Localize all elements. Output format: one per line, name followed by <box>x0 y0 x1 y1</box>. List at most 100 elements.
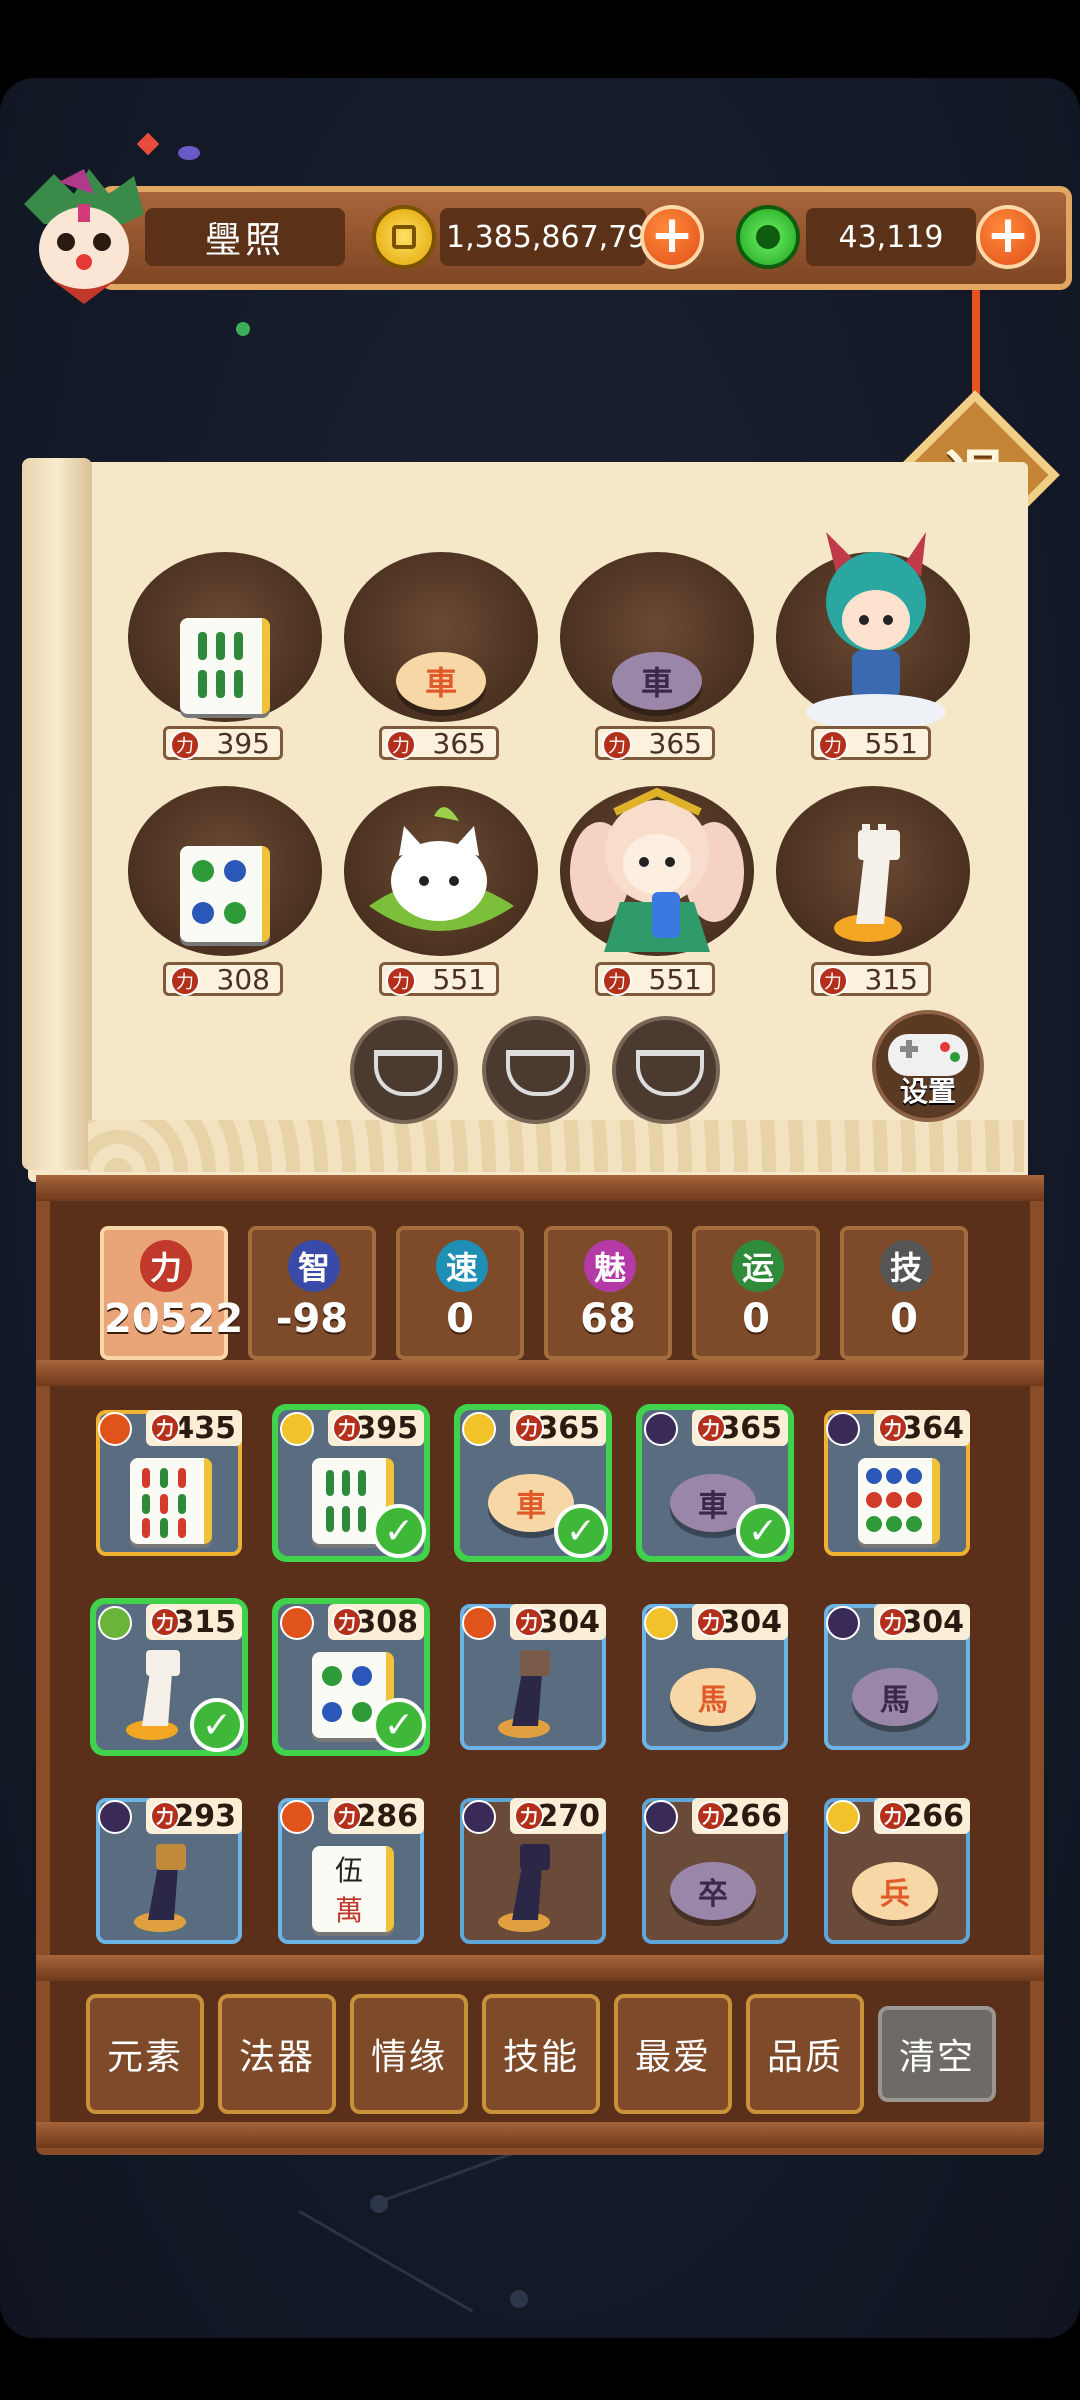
mahjong-nine-dots-piece <box>858 1458 940 1544</box>
slot-power-7: 力 551 <box>595 962 715 996</box>
power-icon: 力 <box>514 1413 544 1443</box>
piece-card-selected[interactable]: 力 308 ✓ <box>272 1598 430 1756</box>
dark-element-icon <box>644 1412 678 1446</box>
piece-card[interactable]: 力 364 <box>818 1404 976 1562</box>
luck-stat-icon: 运 <box>732 1240 784 1292</box>
empty-slot-bowl-icon[interactable] <box>350 1016 458 1124</box>
add-jade-button[interactable]: + <box>976 205 1040 269</box>
empty-slot-bowl-icon[interactable] <box>482 1016 590 1124</box>
dark-element-icon <box>826 1412 860 1446</box>
power-icon: 力 <box>170 966 200 996</box>
settings-button[interactable]: 设置 <box>872 1010 984 1122</box>
power-icon: 力 <box>514 1607 544 1637</box>
gold-coin-icon <box>372 205 436 269</box>
team-slot-2[interactable]: 車 <box>344 552 538 722</box>
player-name: 璺照 <box>145 208 345 266</box>
shelf-bottom <box>36 2122 1044 2148</box>
piece-card[interactable]: 力 266 兵 <box>818 1792 976 1950</box>
piece-card[interactable]: 力 304 馬 <box>636 1598 794 1756</box>
sun-element-icon <box>644 1606 678 1640</box>
piece-card[interactable]: 力 286 伍萬 <box>272 1792 430 1950</box>
power-icon: 力 <box>332 1607 362 1637</box>
filter-element-button[interactable]: 元素 <box>86 1994 204 2114</box>
power-icon: 力 <box>514 1801 544 1831</box>
selected-check-icon: ✓ <box>372 1504 426 1558</box>
mahjong-nine-bamboo-piece <box>130 1458 212 1544</box>
power-icon: 力 <box>150 1607 180 1637</box>
team-slot-4[interactable] <box>776 532 970 730</box>
jade-amount: 43,119 <box>806 208 976 266</box>
speed-stat-icon: 速 <box>436 1240 488 1292</box>
empty-slot-bowl-icon[interactable] <box>612 1016 720 1124</box>
leaf-element-icon <box>98 1606 132 1640</box>
power-icon: 力 <box>696 1413 726 1443</box>
clear-button[interactable]: 清空 <box>878 2006 996 2102</box>
stat-speed[interactable]: 速 0 <box>396 1226 524 1360</box>
chess-dark-rook-piece <box>498 1844 550 1932</box>
power-icon: 力 <box>170 730 200 760</box>
shelf-divider <box>36 1955 1044 1981</box>
piece-card[interactable]: 力 304 <box>454 1598 612 1756</box>
piece-card[interactable]: 力 266 卒 <box>636 1792 794 1950</box>
team-slot-5[interactable] <box>128 786 322 956</box>
piece-card-selected[interactable]: 力 395 ✓ <box>272 1404 430 1562</box>
slot-power-1: 力 395 <box>163 726 283 760</box>
skill-stat-icon: 技 <box>880 1240 932 1292</box>
scroll-border <box>88 1120 1024 1172</box>
power-icon: 力 <box>696 1607 726 1637</box>
mahjong-wu-wan-piece: 伍萬 <box>312 1846 394 1932</box>
stat-skill[interactable]: 技 0 <box>840 1226 968 1360</box>
power-icon: 力 <box>150 1801 180 1831</box>
team-slot-7[interactable] <box>560 786 754 956</box>
power-icon: 力 <box>386 730 416 760</box>
filter-quality-button[interactable]: 品质 <box>746 1994 864 2114</box>
stat-power[interactable]: 力 20522 <box>100 1226 243 1360</box>
stat-charm[interactable]: 魅 68 <box>544 1226 672 1360</box>
constellation-star <box>370 2195 388 2213</box>
chess-ma-purple-piece: 馬 <box>852 1668 938 1726</box>
selected-check-icon: ✓ <box>372 1698 426 1752</box>
player-avatar[interactable] <box>14 164 154 304</box>
piece-card[interactable]: 力 435 <box>90 1404 248 1562</box>
filter-bond-button[interactable]: 情缘 <box>350 1994 468 2114</box>
stat-luck[interactable]: 运 0 <box>692 1226 820 1360</box>
chess-dark-rook-piece <box>134 1844 186 1932</box>
slot-power-5: 力 308 <box>163 962 283 996</box>
stat-intelligence[interactable]: 智 -98 <box>248 1226 376 1360</box>
chess-ma-orange-piece: 馬 <box>670 1668 756 1726</box>
mahjong-four-dots-piece <box>180 846 270 942</box>
shelf-divider <box>36 1360 1044 1386</box>
dark-element-icon <box>826 1606 860 1640</box>
add-gold-button[interactable]: + <box>640 205 704 269</box>
leaf-cat-character <box>369 807 514 931</box>
power-icon: 力 <box>878 1801 908 1831</box>
piece-card[interactable]: 力 270 <box>454 1792 612 1950</box>
fire-element-icon <box>280 1800 314 1834</box>
filter-artifact-button[interactable]: 法器 <box>218 1994 336 2114</box>
chess-che-orange-piece: 車 <box>396 652 486 710</box>
slot-power-6: 力 551 <box>379 962 499 996</box>
piece-card[interactable]: 力 304 馬 <box>818 1598 976 1756</box>
piece-card-selected[interactable]: 力 365 車 ✓ <box>454 1404 612 1562</box>
team-slot-3[interactable]: 車 <box>560 552 754 722</box>
piece-card-selected[interactable]: 力 315 ✓ <box>90 1598 248 1756</box>
jade-icon <box>736 205 800 269</box>
team-slot-1[interactable] <box>128 552 322 722</box>
gold-amount: 1,385,867,790 <box>440 208 665 266</box>
filter-favorite-button[interactable]: 最爱 <box>614 1994 732 2114</box>
power-icon: 力 <box>818 730 848 760</box>
power-icon: 力 <box>150 1413 180 1443</box>
dark-element-icon <box>462 1800 496 1834</box>
power-icon: 力 <box>602 966 632 996</box>
team-slot-8[interactable] <box>776 786 970 956</box>
selected-check-icon: ✓ <box>736 1504 790 1558</box>
piece-card-selected[interactable]: 力 365 車 ✓ <box>636 1404 794 1562</box>
constellation-star <box>510 2290 528 2308</box>
piece-card[interactable]: 力 293 <box>90 1792 248 1950</box>
team-slot-6[interactable] <box>344 786 538 956</box>
drink-girl-character <box>570 787 744 952</box>
slot-power-4: 力 551 <box>811 726 931 760</box>
filter-skill-button[interactable]: 技能 <box>482 1994 600 2114</box>
fire-element-icon <box>280 1606 314 1640</box>
chess-zu-purple-piece: 卒 <box>670 1862 756 1920</box>
